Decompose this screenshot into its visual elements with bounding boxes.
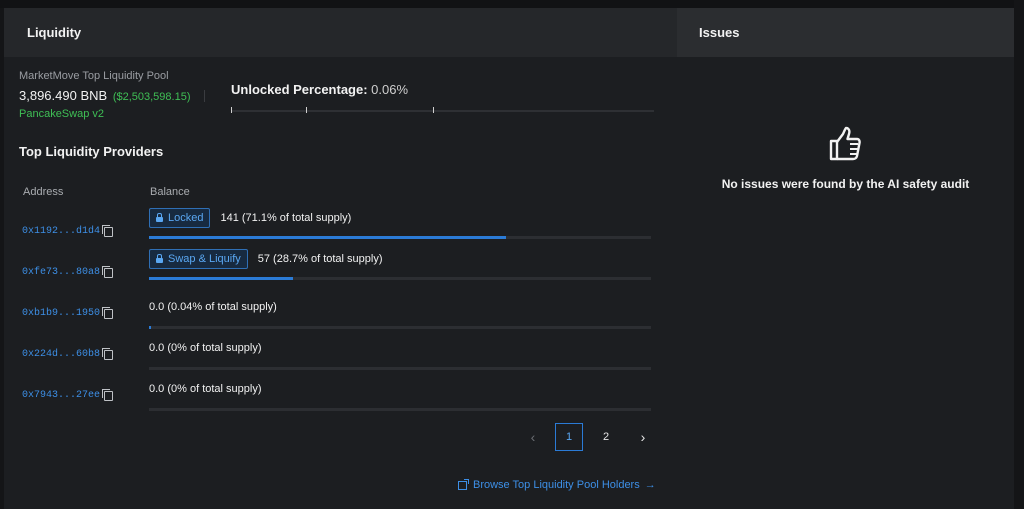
balance-value: 141 (71.1% of total supply)	[220, 212, 352, 224]
unlocked-bar-tick	[433, 107, 434, 113]
provider-address[interactable]: 0x224d...60b8	[22, 347, 114, 360]
provider-address-link[interactable]: 0x1192...d1d4	[22, 226, 100, 237]
provider-address[interactable]: 0xb1b9...1950	[22, 306, 114, 319]
copy-icon[interactable]	[102, 265, 114, 278]
unlocked-value: 0.06%	[371, 82, 409, 97]
provider-address[interactable]: 0x1192...d1d4	[22, 224, 114, 237]
column-header-balance: Balance	[150, 186, 190, 198]
pool-amount-bnb: 3,896.490 BNB	[19, 88, 108, 103]
provider-address[interactable]: 0xfe73...80a8	[22, 265, 114, 278]
balance-bar	[149, 236, 651, 239]
balance-bar-fill	[149, 236, 506, 239]
unlocked-bar-tick	[306, 107, 307, 113]
locked-badge[interactable]: Locked	[149, 208, 211, 228]
provider-balance: 0.0 (0% of total supply)	[149, 342, 262, 354]
unlocked-bar-tick	[231, 107, 232, 113]
top-strip	[0, 0, 1024, 8]
lock-icon	[156, 212, 163, 222]
pool-divider	[204, 90, 205, 102]
provider-balance: Swap & Liquify 57 (28.7% of total supply…	[149, 249, 383, 269]
unlocked-bar	[231, 110, 654, 112]
copy-icon[interactable]	[102, 388, 114, 401]
balance-bar-fill	[149, 277, 294, 280]
liquidity-header: Liquidity	[4, 8, 677, 57]
issues-message: No issues were found by the AI safety au…	[721, 177, 970, 191]
provider-address-link[interactable]: 0x224d...60b8	[22, 349, 100, 360]
swap-liquify-badge[interactable]: Swap & Liquify	[149, 249, 248, 269]
provider-balance: Locked 141 (71.1% of total supply)	[149, 208, 351, 228]
balance-bar	[149, 277, 651, 280]
thumbs-up-icon	[829, 126, 861, 161]
pool-amount: 3,896.490 BNB ($2,503,598.15)	[19, 88, 190, 103]
pagination-page-2[interactable]: 2	[592, 423, 620, 451]
arrow-right-icon: →	[644, 479, 656, 491]
copy-icon[interactable]	[102, 224, 114, 237]
pagination-next-button[interactable]: ›	[629, 423, 657, 451]
badge-label: Swap & Liquify	[168, 253, 241, 265]
external-link-icon	[458, 478, 469, 490]
provider-address[interactable]: 0x7943...27ee	[22, 388, 114, 401]
pool-amount-usd: ($2,503,598.15)	[112, 91, 191, 103]
balance-bar	[149, 408, 651, 411]
browse-holders-label[interactable]: Browse Top Liquidity Pool Holders	[473, 479, 640, 491]
pagination-page-1[interactable]: 1	[555, 423, 583, 451]
page-edge	[1014, 0, 1024, 509]
pagination-prev-button[interactable]: ‹	[519, 423, 547, 451]
balance-bar	[149, 367, 651, 370]
unlocked-label: Unlocked Percentage:	[231, 82, 368, 97]
pool-dex[interactable]: PancakeSwap v2	[19, 108, 104, 120]
pool-name: MarketMove Top Liquidity Pool	[19, 70, 169, 82]
provider-address-link[interactable]: 0xfe73...80a8	[22, 267, 100, 278]
balance-value: 0.0 (0% of total supply)	[149, 383, 262, 395]
balance-bar	[149, 326, 651, 329]
balance-value: 57 (28.7% of total supply)	[257, 253, 383, 265]
provider-address-link[interactable]: 0xb1b9...1950	[22, 308, 100, 319]
providers-title: Top Liquidity Providers	[19, 144, 164, 159]
balance-value: 0.0 (0% of total supply)	[149, 342, 262, 354]
issues-header: Issues	[677, 8, 1014, 57]
lock-icon	[156, 253, 163, 263]
badge-label: Locked	[168, 212, 204, 224]
provider-balance: 0.0 (0% of total supply)	[149, 383, 262, 395]
issues-title: Issues	[699, 25, 740, 40]
copy-icon[interactable]	[102, 306, 114, 319]
balance-value: 0.0 (0.04% of total supply)	[149, 301, 277, 313]
balance-bar-fill	[149, 326, 151, 329]
browse-holders-link[interactable]: Browse Top Liquidity Pool Holders →	[458, 478, 656, 491]
column-header-address: Address	[23, 186, 64, 198]
provider-address-link[interactable]: 0x7943...27ee	[22, 390, 100, 401]
copy-icon[interactable]	[102, 347, 114, 360]
issues-panel: Issues	[677, 8, 1014, 509]
liquidity-title: Liquidity	[27, 25, 82, 40]
unlocked-percentage: Unlocked Percentage: 0.06%	[231, 82, 408, 97]
provider-balance: 0.0 (0.04% of total supply)	[149, 301, 277, 313]
